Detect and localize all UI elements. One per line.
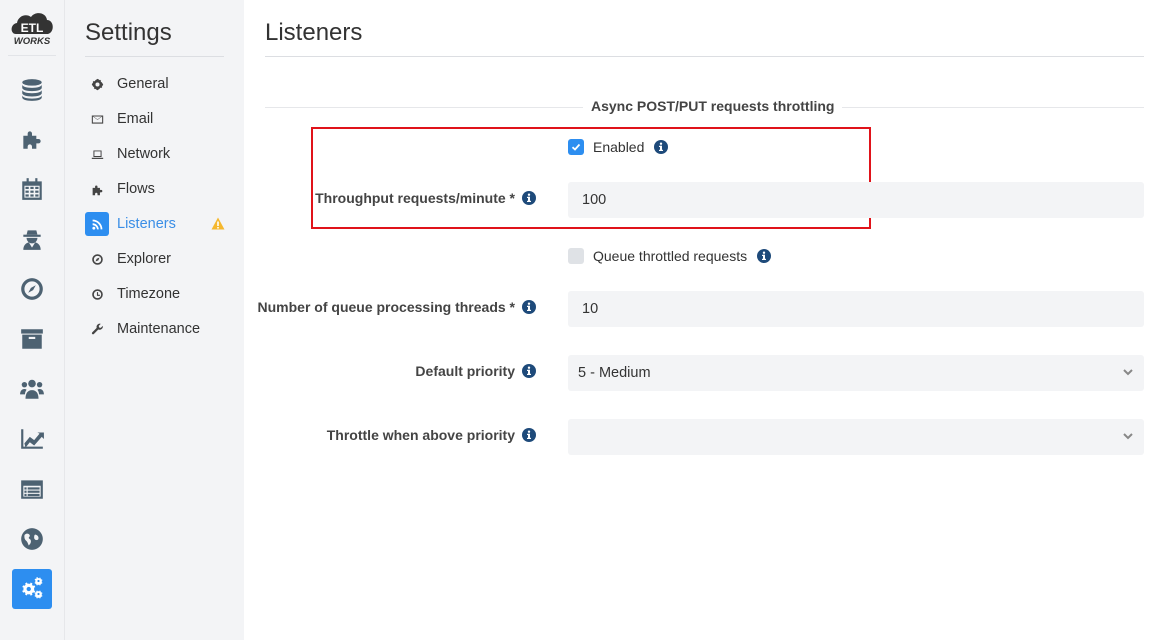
submenu-title: Settings — [85, 19, 172, 46]
compass-icon — [91, 253, 103, 265]
chevron-down-icon — [1123, 369, 1133, 376]
queue-throttled-checkbox[interactable] — [568, 248, 584, 264]
rail-item-connections[interactable] — [12, 70, 52, 110]
puzzle-icon — [92, 184, 102, 195]
warning-icon — [211, 217, 225, 230]
submenu-item-label: Maintenance — [117, 321, 201, 337]
info-icon[interactable] — [522, 191, 536, 205]
rail-item-explorer[interactable] — [12, 269, 52, 309]
info-icon[interactable] — [522, 300, 536, 314]
throttle-above-label: Throttle when above priority — [326, 427, 515, 443]
archive-icon — [21, 329, 43, 349]
line-chart-icon — [21, 429, 44, 449]
rail-item-settings[interactable] — [12, 569, 52, 609]
laptop-icon — [91, 149, 103, 159]
throttle-above-select[interactable] — [568, 419, 1144, 455]
check-icon — [571, 143, 581, 151]
calendar-icon — [22, 178, 42, 200]
submenu-item-label: Email — [117, 111, 154, 127]
rail-item-web[interactable] — [12, 519, 52, 559]
default-priority-label: Default priority — [415, 363, 515, 379]
submenu-item-label: Listeners — [117, 216, 176, 232]
submenu-item-label: General — [117, 76, 169, 92]
submenu-item-timezone[interactable]: Timezone — [85, 281, 225, 307]
gear-icon — [91, 78, 103, 90]
throttle-above-label-row: Throttle when above priority — [327, 427, 536, 443]
default-priority-label-row: Default priority — [415, 363, 536, 379]
submenu-item-label: Timezone — [117, 286, 181, 302]
section-title: Async POST/PUT requests throttling — [583, 98, 843, 114]
submenu-item-label: Flows — [117, 181, 155, 197]
info-icon[interactable] — [757, 249, 772, 263]
logo-divider — [8, 55, 56, 56]
list-icon — [21, 480, 43, 499]
queue-throttled-row: Queue throttled requests — [568, 248, 772, 264]
queue-threads-label: Number of queue processing threads * — [257, 299, 516, 315]
submenu-item-label: Network — [117, 146, 171, 162]
rail-item-agents[interactable] — [12, 219, 52, 259]
submenu-item-explorer[interactable]: Explorer — [85, 246, 225, 272]
rail-item-schedules[interactable] — [12, 169, 52, 209]
clock-icon — [91, 288, 103, 300]
users-icon — [20, 379, 44, 399]
submenu-item-general[interactable]: General — [85, 71, 225, 97]
envelope-icon — [91, 114, 103, 124]
rail-item-statistics[interactable] — [12, 419, 52, 459]
default-priority-select[interactable]: 5 - Medium — [568, 355, 1144, 391]
title-divider — [265, 56, 1144, 57]
main-panel: Listeners Async POST/PUT requests thrott… — [244, 0, 1163, 640]
info-icon[interactable] — [522, 364, 536, 378]
submenu-item-label: Explorer — [117, 251, 171, 267]
throughput-input[interactable]: 100 — [568, 182, 1144, 218]
puzzle-icon — [23, 131, 41, 149]
submenu-item-maintenance[interactable]: Maintenance — [85, 316, 225, 342]
wrench-icon — [91, 323, 103, 334]
chevron-down-icon — [1123, 433, 1133, 440]
icon-rail: ETL WORKS — [0, 0, 65, 640]
default-priority-value: 5 - Medium — [578, 365, 651, 381]
queue-threads-label-row: Number of queue processing threads * — [257, 299, 536, 315]
user-secret-icon — [23, 230, 41, 250]
logo-text-bottom: WORKS — [14, 36, 51, 47]
compass-icon — [21, 278, 43, 300]
rail-item-users[interactable] — [12, 369, 52, 409]
rail-item-flows[interactable] — [12, 119, 52, 159]
enabled-row: Enabled — [568, 139, 669, 155]
logo-text-top: ETL — [21, 21, 44, 35]
info-icon[interactable] — [522, 428, 536, 442]
etl-works-logo[interactable]: ETL WORKS — [8, 8, 56, 48]
globe-icon — [21, 528, 43, 550]
rss-icon — [91, 219, 102, 230]
enabled-label: Enabled — [593, 139, 645, 155]
info-icon[interactable] — [654, 140, 669, 154]
submenu-item-network[interactable]: Network — [85, 141, 225, 167]
submenu-divider — [85, 56, 224, 57]
throughput-label-row: Throughput requests/minute * — [315, 190, 536, 206]
queue-threads-input[interactable]: 10 — [568, 291, 1144, 327]
enabled-checkbox[interactable] — [568, 139, 584, 155]
queue-throttled-label: Queue throttled requests — [593, 248, 748, 264]
submenu-item-flows[interactable]: Flows — [85, 176, 225, 202]
submenu-item-listeners[interactable]: Listeners — [85, 211, 225, 237]
throughput-label: Throughput requests/minute * — [315, 190, 515, 206]
cogs-icon — [22, 576, 43, 599]
settings-submenu: Settings General Email Network Flows Lis… — [65, 0, 244, 640]
database-icon — [22, 79, 42, 101]
submenu-item-email[interactable]: Email — [85, 106, 225, 132]
rail-item-messages[interactable] — [12, 469, 52, 509]
page-title: Listeners — [265, 19, 363, 46]
rail-item-archive[interactable] — [12, 319, 52, 359]
